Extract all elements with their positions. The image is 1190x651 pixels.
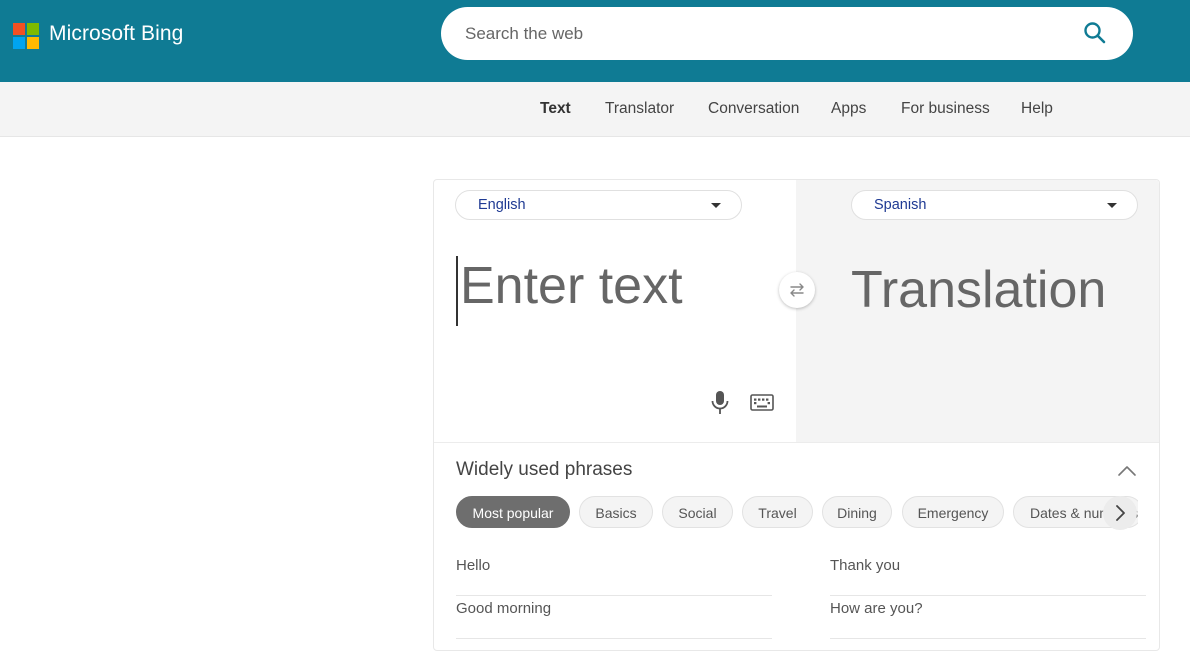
phrase-item[interactable]: Good morning [456,596,772,639]
chevron-up-icon[interactable] [1116,461,1138,479]
nav-conversation[interactable]: Conversation [708,100,799,118]
chip-dining[interactable]: Dining [822,496,892,528]
phrase-text: Hello [456,557,491,574]
nav-text[interactable]: Text [540,100,571,118]
brand-name[interactable]: Microsoft Bing [49,22,183,46]
phrase-text: Thank you [830,557,901,574]
chip-basics[interactable]: Basics [579,496,653,528]
chip-travel[interactable]: Travel [742,496,813,528]
translation-output: Translation [851,261,1107,319]
source-language-select[interactable]: English [455,190,742,220]
phrases-title: Widely used phrases [456,459,633,480]
source-text-input[interactable] [456,256,780,326]
chevron-down-icon [1107,203,1117,208]
phrase-text: Good morning [456,600,552,617]
chevron-down-icon [711,203,721,208]
phrase-text: How are you? [830,600,923,617]
microsoft-logo-icon[interactable] [13,23,39,49]
search-icon[interactable] [1082,20,1108,46]
phrase-item[interactable]: How are you? [830,596,1146,639]
chip-emergency[interactable]: Emergency [902,496,1004,528]
search-input[interactable] [463,19,1067,49]
header: Microsoft Bing [0,0,1190,82]
divider [434,442,1159,443]
source-language-label: English [478,197,526,213]
target-language-select[interactable]: Spanish [851,190,1138,220]
phrase-categories: Most popular Basics Social Travel Dining… [456,496,1138,530]
translator-card: English Spanish Translation Widely used … [433,179,1160,651]
chip-social[interactable]: Social [662,496,733,528]
phrase-item[interactable]: Thank you [830,553,1146,596]
phrase-item[interactable]: Hello [456,553,772,596]
keyboard-icon[interactable] [750,393,774,413]
translator-nav: Text Translator Conversation Apps For bu… [0,82,1190,137]
chevron-right-icon[interactable] [1103,496,1137,530]
nav-for-business[interactable]: For business [901,100,990,118]
microphone-icon[interactable] [709,390,731,416]
nav-translator[interactable]: Translator [605,100,674,118]
target-language-label: Spanish [874,197,927,213]
swap-icon[interactable] [779,272,815,308]
search-box [441,7,1133,60]
chip-most-popular[interactable]: Most popular [456,496,570,528]
nav-help[interactable]: Help [1021,100,1053,118]
nav-apps[interactable]: Apps [831,100,866,118]
